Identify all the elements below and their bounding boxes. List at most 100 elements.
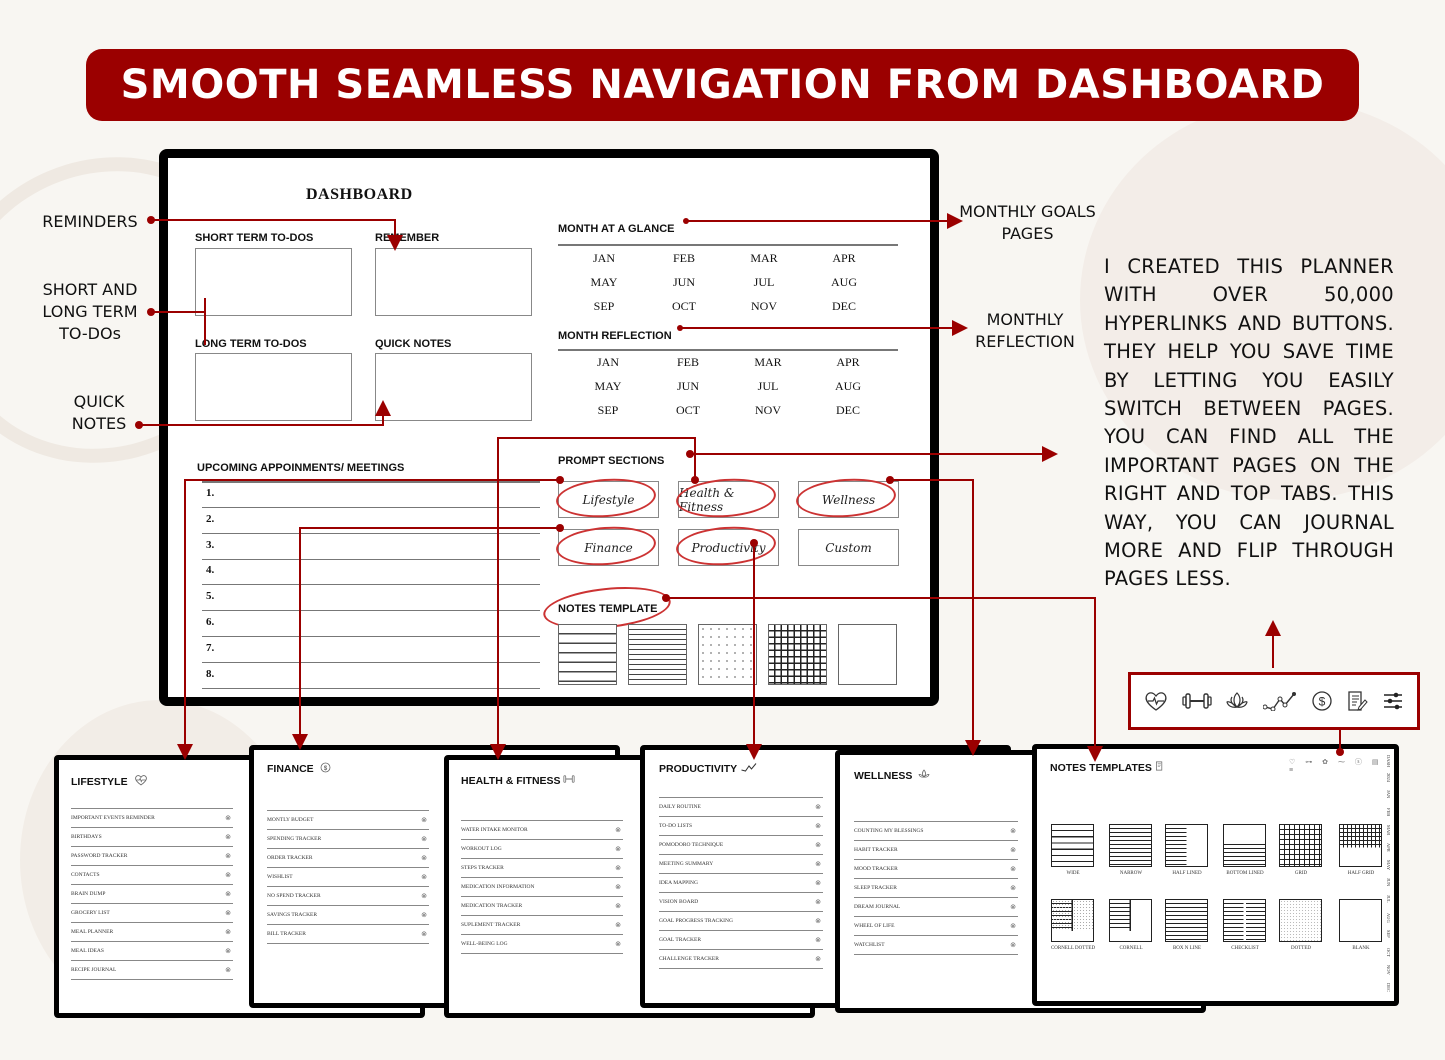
quick-notes-box[interactable] (375, 353, 532, 421)
list-item[interactable]: WISHLIST ⊗ (267, 868, 429, 887)
appointment-row[interactable]: 1. (202, 482, 540, 508)
list-item[interactable]: IMPORTANT EVENTS REMINDER ⊗ (71, 809, 233, 828)
month-link-feb[interactable]: FEB (648, 355, 728, 370)
trend-line-icon[interactable] (1262, 691, 1297, 711)
side-tab-sep[interactable]: SEP (1386, 930, 1391, 938)
month-link-jun[interactable]: JUN (644, 275, 724, 290)
long-term-box[interactable] (195, 353, 352, 421)
list-item[interactable]: GOAL PROGRESS TRACKING ⊗ (659, 912, 823, 931)
appointment-row[interactable]: 5. (202, 585, 540, 612)
list-item[interactable]: ORDER TRACKER ⊗ (267, 849, 429, 868)
note-template-wide[interactable] (1051, 824, 1094, 867)
month-link-jul[interactable]: JUL (728, 379, 808, 394)
appointment-row[interactable]: 3. (202, 534, 540, 560)
list-item[interactable]: WORKOUT LOG ⊗ (461, 840, 623, 859)
month-link-apr[interactable]: APR (804, 251, 884, 266)
month-link-mar[interactable]: MAR (728, 355, 808, 370)
prompt-button-productivity[interactable]: Productivity (678, 529, 779, 566)
list-item[interactable]: MEETING SUMMARY ⊗ (659, 855, 823, 874)
note-template-cornell[interactable] (1109, 899, 1152, 942)
template-dotted[interactable] (698, 624, 757, 685)
lotus-icon[interactable] (1225, 691, 1249, 711)
list-item[interactable]: HABIT TRACKER ⊗ (854, 841, 1018, 860)
list-item[interactable]: WATCHLIST ⊗ (854, 936, 1018, 955)
month-link-feb[interactable]: FEB (644, 251, 724, 266)
prompt-button-finance[interactable]: Finance (558, 529, 659, 566)
side-tab-dec[interactable]: DEC (1386, 983, 1391, 992)
note-template-blank[interactable] (1339, 899, 1382, 942)
side-tab-2024[interactable]: 2024 (1386, 773, 1391, 782)
prompt-button-health-fitness[interactable]: Health & Fitness (678, 481, 779, 518)
list-item[interactable]: MEAL IDEAS ⊗ (71, 942, 233, 961)
appointment-row[interactable]: 7. (202, 637, 540, 663)
prompt-button-wellness[interactable]: Wellness (798, 481, 899, 518)
note-template-dotted[interactable] (1279, 899, 1322, 942)
list-item[interactable]: MEDICATION TRACKER ⊗ (461, 897, 623, 916)
list-item[interactable]: RECIPE JOURNAL ⊗ (71, 961, 233, 980)
list-item[interactable]: SAVINGS TRACKER ⊗ (267, 906, 429, 925)
side-tab-aug[interactable]: AUG (1386, 913, 1391, 923)
month-link-may[interactable]: MAY (564, 275, 644, 290)
month-link-jul[interactable]: JUL (724, 275, 804, 290)
list-item[interactable]: PASSWORD TRACKER ⊗ (71, 847, 233, 866)
remember-box[interactable] (375, 248, 532, 316)
side-tab-oct[interactable]: OCT (1386, 948, 1391, 957)
prompt-button-lifestyle[interactable]: Lifestyle (558, 481, 659, 518)
month-link-dec[interactable]: DEC (808, 403, 888, 418)
list-item[interactable]: CONTACTS ⊗ (71, 866, 233, 885)
note-template-checklist[interactable] (1223, 899, 1266, 942)
sliders-icon[interactable] (1382, 691, 1404, 711)
list-item[interactable]: MEAL PLANNER ⊗ (71, 923, 233, 942)
month-link-oct[interactable]: OCT (644, 299, 724, 314)
list-item[interactable]: MOOD TRACKER ⊗ (854, 860, 1018, 879)
side-tab-apr[interactable]: APR (1386, 843, 1391, 852)
side-tab-jan[interactable]: JAN (1386, 790, 1391, 798)
note-template-narrow[interactable] (1109, 824, 1152, 867)
list-item[interactable]: WELL-BEING LOG ⊗ (461, 935, 623, 954)
side-tab-feb[interactable]: FEB (1386, 808, 1391, 816)
note-template-half-grid[interactable] (1339, 824, 1382, 867)
month-link-nov[interactable]: NOV (724, 299, 804, 314)
template-grid[interactable] (768, 624, 827, 685)
prompt-button-custom[interactable]: Custom (798, 529, 899, 566)
list-item[interactable]: MONTLY BUDGET ⊗ (267, 811, 429, 830)
dollar-icon[interactable]: $ (1311, 690, 1333, 712)
note-template-grid[interactable] (1279, 824, 1322, 867)
list-item[interactable]: CHALLENGE TRACKER ⊗ (659, 950, 823, 969)
list-item[interactable]: GOAL TRACKER ⊗ (659, 931, 823, 950)
list-item[interactable]: DAILY ROUTINE ⊗ (659, 798, 823, 817)
notes-edit-icon[interactable] (1346, 690, 1369, 712)
list-item[interactable]: BIRTHDAYS ⊗ (71, 828, 233, 847)
list-item[interactable]: WATER INTAKE MONITOR ⊗ (461, 821, 623, 840)
template-wide-lined[interactable] (558, 624, 617, 685)
month-link-sep[interactable]: SEP (568, 403, 648, 418)
list-item[interactable]: IDEA MAPPING ⊗ (659, 874, 823, 893)
month-link-mar[interactable]: MAR (724, 251, 804, 266)
list-item[interactable]: MEDICATION INFORMATION ⊗ (461, 878, 623, 897)
list-item[interactable]: STEPS TRACKER ⊗ (461, 859, 623, 878)
month-link-jan[interactable]: JAN (568, 355, 648, 370)
note-template-bottom-lined[interactable] (1223, 824, 1266, 867)
list-item[interactable]: DREAM JOURNAL ⊗ (854, 898, 1018, 917)
dumbbell-icon[interactable] (1181, 691, 1212, 711)
list-item[interactable]: WHEEL OF LIFE ⊗ (854, 917, 1018, 936)
list-item[interactable]: SUPLEMENT TRACKER ⊗ (461, 916, 623, 935)
side-tab-dash[interactable]: DASH (1386, 755, 1391, 767)
side-tab-jul[interactable]: JUL (1386, 895, 1391, 903)
month-link-jan[interactable]: JAN (564, 251, 644, 266)
month-link-jun[interactable]: JUN (648, 379, 728, 394)
side-tab-may[interactable]: MAY (1386, 860, 1391, 870)
list-item[interactable]: TO-DO LISTS ⊗ (659, 817, 823, 836)
list-item[interactable]: COUNTING MY BLESSINGS ⊗ (854, 822, 1018, 841)
side-tab-nov[interactable]: NOV (1386, 965, 1391, 975)
short-term-box[interactable] (195, 248, 352, 316)
month-link-nov[interactable]: NOV (728, 403, 808, 418)
list-item[interactable]: GROCERY LIST ⊗ (71, 904, 233, 923)
note-template-cornell-dotted[interactable] (1051, 899, 1094, 942)
note-template-half-lined[interactable] (1165, 824, 1208, 867)
month-link-dec[interactable]: DEC (804, 299, 884, 314)
list-item[interactable]: BRAIN DUMP ⊗ (71, 885, 233, 904)
list-item[interactable]: POMODORO TECHNIQUE ⊗ (659, 836, 823, 855)
list-item[interactable]: SPENDING TRACKER ⊗ (267, 830, 429, 849)
list-item[interactable]: NO SPEND TRACKER ⊗ (267, 887, 429, 906)
